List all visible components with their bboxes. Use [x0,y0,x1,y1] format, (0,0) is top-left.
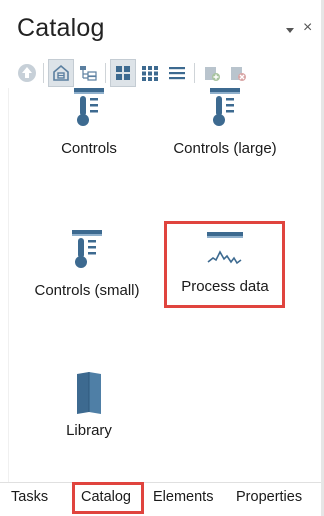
tree-view-button[interactable] [75,59,101,87]
panel-title: Catalog [17,14,105,42]
small-icons-view-icon [142,66,158,81]
close-icon[interactable]: × [303,20,312,36]
item-label: Controls [61,140,117,157]
catalog-item-controls-large[interactable]: Controls (large) [162,88,288,157]
add-library-button[interactable] [199,59,225,87]
catalog-item-controls[interactable]: Controls [44,88,134,157]
tab-properties[interactable]: Properties [236,489,302,505]
thermometer-list-icon [74,88,104,126]
catalog-panel: Catalog × Controls Controls (large) Cont… [0,0,324,516]
tree-view-icon [80,66,97,81]
toolbar-separator [105,63,106,83]
tab-elements[interactable]: Elements [153,489,213,505]
item-label: Controls (small) [34,282,140,299]
remove-library-icon [231,67,246,81]
large-icons-view-button[interactable] [110,59,136,87]
thermometer-list-icon [210,88,240,126]
thermometer-list-icon [72,230,102,268]
toolbar-separator [43,63,44,83]
up-button[interactable] [14,59,40,87]
catalog-item-library[interactable]: Library [44,370,134,439]
tab-catalog[interactable]: Catalog [81,489,131,505]
bottom-tab-bar: Tasks Catalog Elements Properties [0,482,321,516]
dropdown-arrow-icon[interactable] [283,23,297,37]
add-library-icon [205,67,220,81]
item-label: Controls (large) [173,140,277,157]
tab-tasks[interactable]: Tasks [11,489,48,505]
list-view-button[interactable] [164,59,190,87]
home-folder-icon [53,64,69,81]
remove-library-button[interactable] [225,59,251,87]
toolbar-separator [194,63,195,83]
list-view-icon [169,67,185,80]
item-label: Library [66,422,112,439]
home-folder-button[interactable] [48,59,74,87]
small-icons-view-button[interactable] [137,59,163,87]
catalog-toolbar [14,59,314,87]
item-label: Process data [181,278,269,295]
book-icon [77,372,101,414]
up-icon [18,64,36,82]
catalog-item-controls-small[interactable]: Controls (small) [22,230,152,299]
large-icons-view-icon [116,66,130,80]
left-guide [8,88,9,482]
process-trend-icon [207,232,243,265]
catalog-items-area: Controls Controls (large) Controls (smal… [0,88,321,482]
catalog-item-process-data[interactable]: Process data [170,232,280,295]
